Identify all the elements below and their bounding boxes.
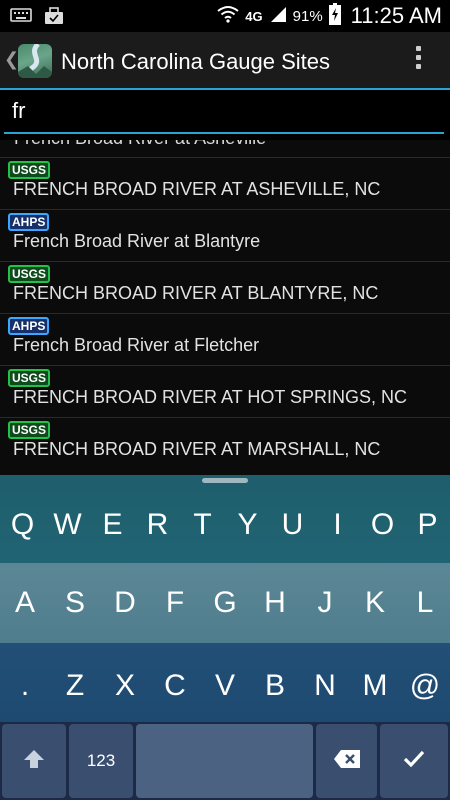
- backspace-icon: [333, 749, 361, 774]
- key-e[interactable]: E: [90, 475, 135, 563]
- keyboard-icon: [10, 7, 32, 25]
- key-w[interactable]: W: [45, 475, 90, 563]
- gauge-site-list[interactable]: French Broad River at Asheville USGS FRE…: [0, 140, 450, 475]
- list-item[interactable]: USGS FRENCH BROAD RIVER AT HOT SPRINGS, …: [0, 365, 450, 417]
- up-caret-icon[interactable]: ❮: [4, 49, 19, 70]
- list-item[interactable]: AHPS French Broad River at Fletcher: [0, 313, 450, 365]
- key-u[interactable]: U: [270, 475, 315, 563]
- key-i[interactable]: I: [315, 475, 360, 563]
- key-period[interactable]: .: [0, 643, 50, 722]
- key-f[interactable]: F: [150, 563, 200, 643]
- key-k[interactable]: K: [350, 563, 400, 643]
- keyboard-row-2: A S D F G H J K L: [0, 563, 450, 643]
- site-name: French Broad River at Fletcher: [13, 335, 260, 355]
- search-bar: [0, 90, 450, 140]
- numbers-key[interactable]: 123: [69, 724, 133, 798]
- key-m[interactable]: M: [350, 643, 400, 722]
- app-title: North Carolina Gauge Sites: [61, 49, 331, 74]
- status-bar: 4G 91% 11:25 AM: [0, 0, 450, 32]
- key-r[interactable]: R: [135, 475, 180, 563]
- done-key[interactable]: [380, 724, 448, 798]
- source-badge: AHPS: [8, 317, 50, 335]
- signal-icon: [269, 5, 287, 28]
- clock: 11:25 AM: [350, 3, 442, 28]
- key-a[interactable]: A: [0, 563, 50, 643]
- space-key[interactable]: [136, 724, 313, 798]
- key-x[interactable]: X: [100, 643, 150, 722]
- list-item[interactable]: USGS FRENCH BROAD RIVER AT BLANTYRE, NC: [0, 261, 450, 313]
- key-s[interactable]: S: [50, 563, 100, 643]
- source-badge: USGS: [8, 369, 51, 387]
- key-at[interactable]: @: [400, 643, 450, 722]
- list-item[interactable]: USGS FRENCH BROAD RIVER AT ASHEVILLE, NC: [0, 157, 450, 209]
- key-p[interactable]: P: [405, 475, 450, 563]
- key-y[interactable]: Y: [225, 475, 270, 563]
- action-bar: ❮ North Carolina Gauge Sites: [0, 32, 450, 90]
- key-d[interactable]: D: [100, 563, 150, 643]
- shift-icon: [23, 749, 45, 774]
- keyboard-row-3: . Z X C V B N M @: [0, 643, 450, 722]
- site-name: FRENCH BROAD RIVER AT MARSHALL, NC: [13, 439, 381, 459]
- app-icon[interactable]: [18, 44, 52, 78]
- site-name: French Broad River at Blantyre: [13, 231, 261, 251]
- battery-percent: 91%: [292, 7, 323, 25]
- source-badge: USGS: [8, 421, 51, 439]
- list-item[interactable]: AHPS French Broad River at Blantyre: [0, 209, 450, 261]
- site-name: FRENCH BROAD RIVER AT ASHEVILLE, NC: [13, 179, 381, 199]
- briefcase-icon: [44, 7, 64, 25]
- key-j[interactable]: J: [300, 563, 350, 643]
- source-badge: USGS: [8, 265, 51, 283]
- soft-keyboard: Q W E R T Y U I O P A S D F G H J K L . …: [0, 475, 450, 800]
- key-n[interactable]: N: [300, 643, 350, 722]
- key-g[interactable]: G: [200, 563, 250, 643]
- overflow-menu-icon[interactable]: [416, 46, 422, 73]
- source-badge: USGS: [8, 161, 51, 179]
- list-item[interactable]: USGS FRENCH BROAD RIVER AT MARSHALL, NC: [0, 417, 450, 469]
- keyboard-row-1: Q W E R T Y U I O P: [0, 475, 450, 563]
- key-o[interactable]: O: [360, 475, 405, 563]
- site-name: FRENCH BROAD RIVER AT HOT SPRINGS, NC: [13, 387, 408, 407]
- checkmark-icon: [403, 750, 425, 773]
- shift-key[interactable]: [2, 724, 66, 798]
- source-badge: AHPS: [8, 213, 50, 231]
- lte-icon: 4G: [245, 8, 263, 24]
- keyboard-handle[interactable]: [202, 478, 248, 483]
- key-b[interactable]: B: [250, 643, 300, 722]
- key-z[interactable]: Z: [50, 643, 100, 722]
- site-name: FRENCH BROAD RIVER AT BLANTYRE, NC: [13, 283, 379, 303]
- key-l[interactable]: L: [400, 563, 450, 643]
- key-c[interactable]: C: [150, 643, 200, 722]
- wifi-icon: [217, 5, 239, 28]
- key-q[interactable]: Q: [0, 475, 45, 563]
- key-t[interactable]: T: [180, 475, 225, 563]
- backspace-key[interactable]: [316, 724, 377, 798]
- list-item-partial[interactable]: French Broad River at Asheville: [14, 140, 266, 149]
- battery-icon: [328, 2, 341, 30]
- key-v[interactable]: V: [200, 643, 250, 722]
- search-input[interactable]: [4, 94, 444, 134]
- key-h[interactable]: H: [250, 563, 300, 643]
